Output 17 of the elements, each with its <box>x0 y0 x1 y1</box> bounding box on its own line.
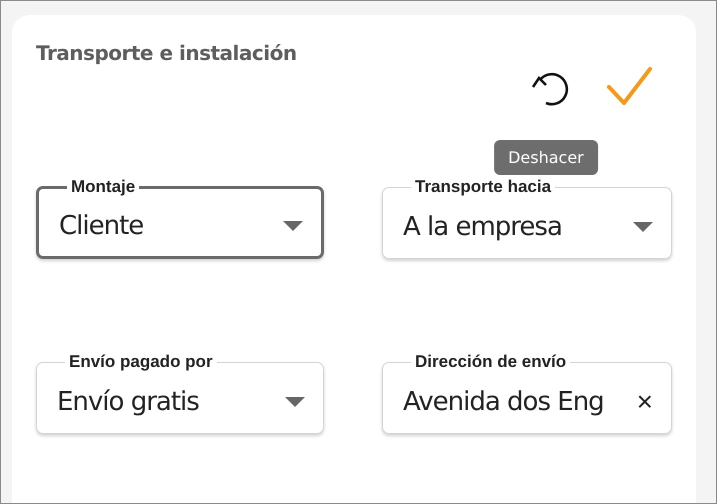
select-field[interactable]: Envío pagado por Envío gratis <box>36 352 324 434</box>
field-value: A la empresa <box>403 212 563 242</box>
field-value: Cliente <box>59 210 144 240</box>
select-field[interactable]: Montaje Cliente <box>36 177 324 259</box>
dropdown-caret-icon <box>633 222 653 232</box>
field-label: Transporte hacia <box>411 177 556 197</box>
tooltip: Deshacer <box>494 140 598 175</box>
select-field[interactable]: Transporte hacia A la empresa <box>382 177 672 259</box>
input-field[interactable]: Dirección de envío Avenida dos Eng × <box>382 352 672 434</box>
section-title: Transporte e instalación <box>36 41 297 65</box>
field-value: Envío gratis <box>57 386 200 416</box>
dropdown-caret-icon <box>285 396 305 406</box>
field-label: Envío pagado por <box>65 352 217 372</box>
field-label: Montaje <box>67 177 140 197</box>
clear-button[interactable]: × <box>636 388 653 416</box>
dropdown-caret-icon <box>283 220 303 230</box>
field-value: Avenida dos Eng <box>403 386 605 416</box>
